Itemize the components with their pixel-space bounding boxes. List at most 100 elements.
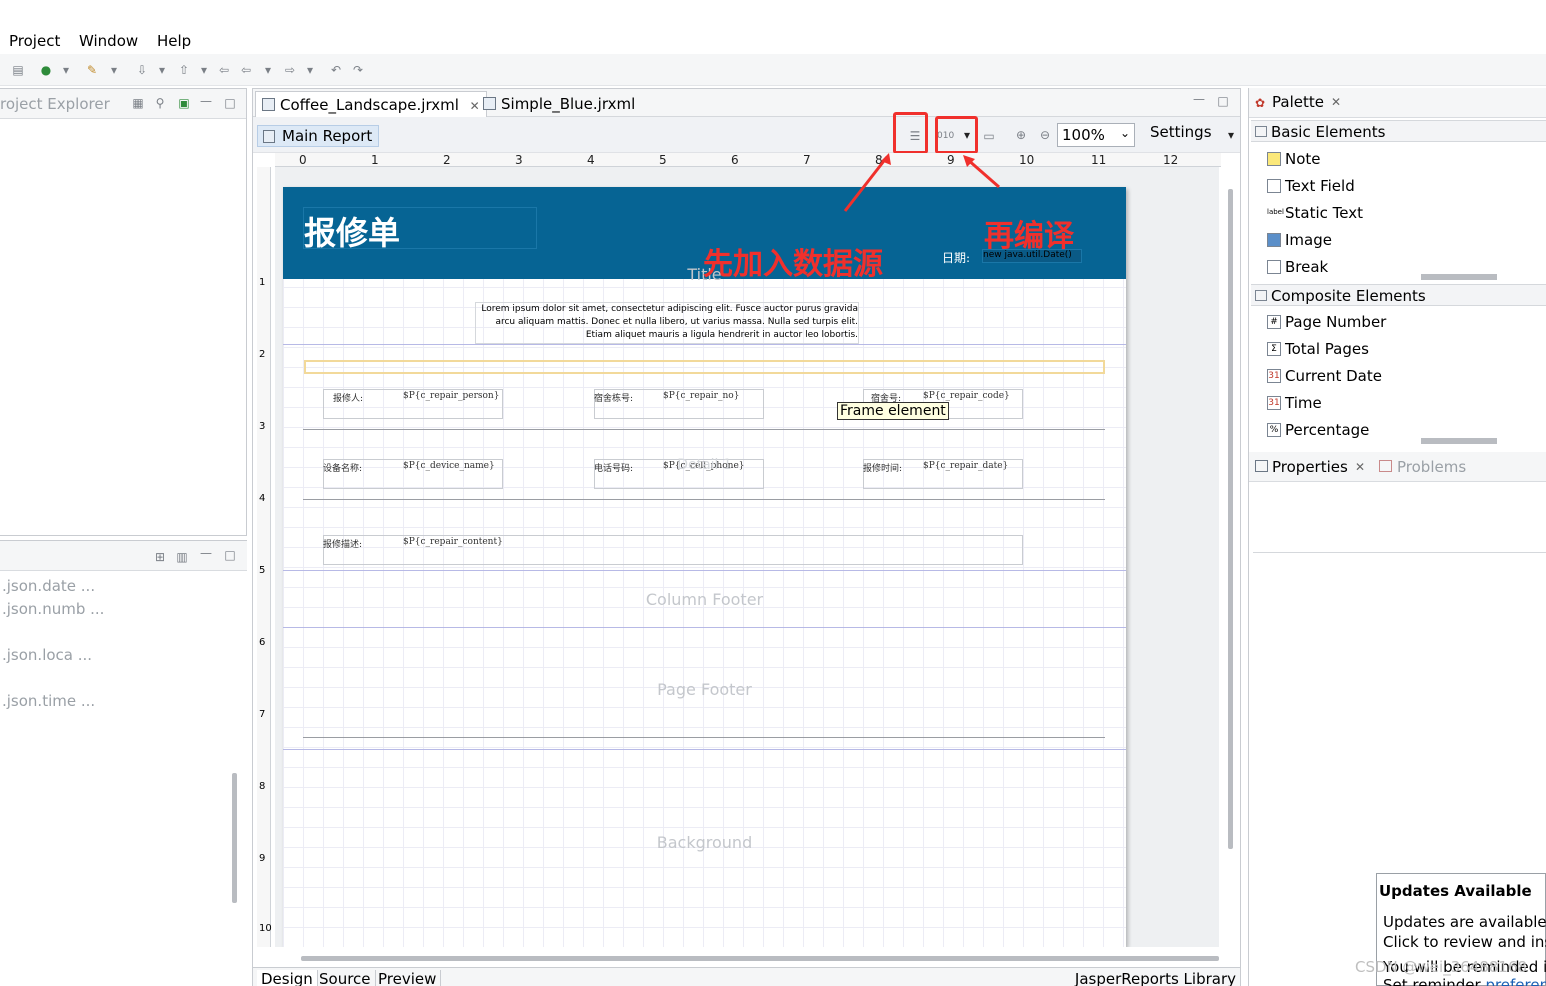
date-label[interactable]: 日期: bbox=[942, 249, 970, 266]
close-icon[interactable]: ✕ bbox=[1355, 460, 1365, 474]
outline-item[interactable]: .json.loca ... bbox=[2, 646, 92, 664]
menu-window[interactable]: Window bbox=[79, 32, 138, 50]
chevron-down-icon[interactable]: ▾ bbox=[106, 62, 122, 78]
palette-title[interactable]: Palette bbox=[1272, 93, 1324, 111]
palette-item-page-number[interactable]: # Page Number bbox=[1267, 313, 1386, 331]
tab-source[interactable]: Source bbox=[315, 970, 376, 986]
notification-title: Updates Available bbox=[1379, 882, 1532, 900]
new-file-icon[interactable]: ▤ bbox=[10, 62, 26, 78]
maximize-icon[interactable]: □ bbox=[1215, 93, 1231, 109]
close-icon[interactable]: ✕ bbox=[1331, 95, 1341, 109]
next-annotation-icon[interactable]: ⇩ bbox=[134, 62, 150, 78]
palette-section-composite[interactable]: Composite Elements bbox=[1251, 284, 1546, 306]
run-icon[interactable]: ● bbox=[38, 62, 54, 78]
band-divider[interactable] bbox=[283, 344, 1126, 345]
palette-item-static-text[interactable]: label Static Text bbox=[1267, 204, 1363, 222]
field-value[interactable]: $P{c_repair_no} bbox=[663, 391, 739, 401]
menu-help[interactable]: Help bbox=[157, 32, 191, 50]
maximize-icon[interactable]: □ bbox=[222, 547, 238, 563]
report-canvas[interactable]: 报修单 日期: new java.util.Date() Title Lorem… bbox=[275, 167, 1219, 947]
band-divider[interactable] bbox=[303, 429, 1105, 430]
outline-header: ⊞ ▥ — □ bbox=[0, 541, 247, 571]
tab-preview[interactable]: Preview bbox=[374, 970, 442, 986]
zoom-select[interactable]: 100% ⌄ bbox=[1057, 123, 1135, 147]
band-divider[interactable] bbox=[303, 737, 1105, 738]
band-divider[interactable] bbox=[283, 570, 1126, 571]
library-label: JasperReports Library bbox=[1074, 970, 1236, 986]
report-page[interactable]: 报修单 日期: new java.util.Date() Title Lorem… bbox=[283, 187, 1126, 947]
field-value[interactable]: $P{c_repair_code} bbox=[923, 391, 1010, 401]
palette-item-percentage[interactable]: % Percentage bbox=[1267, 421, 1369, 439]
export-icon[interactable]: ▭ bbox=[981, 128, 997, 144]
build-icon[interactable]: ✎ bbox=[84, 62, 100, 78]
tab-simple-blue[interactable]: Simple_Blue.jrxml bbox=[477, 91, 641, 117]
palette-section-basic[interactable]: Basic Elements bbox=[1251, 120, 1546, 142]
chevron-down-icon[interactable]: ▾ bbox=[58, 62, 74, 78]
project-explorer-title[interactable]: roject Explorer bbox=[0, 95, 110, 113]
settings-button[interactable]: Settings bbox=[1150, 123, 1212, 141]
report-title[interactable]: 报修单 bbox=[303, 207, 537, 252]
maximize-icon[interactable]: □ bbox=[222, 95, 238, 111]
zoom-in-icon[interactable]: ⊕ bbox=[1013, 127, 1029, 143]
chevron-down-icon[interactable]: ▾ bbox=[302, 62, 318, 78]
outline-scrollbar[interactable] bbox=[232, 773, 237, 903]
chevron-down-icon[interactable]: ▾ bbox=[154, 62, 170, 78]
main-report-label: Main Report bbox=[282, 127, 373, 145]
palette-item-total-pages[interactable]: Σ Total Pages bbox=[1267, 340, 1369, 358]
back-icon[interactable]: ⇦ bbox=[238, 62, 254, 78]
selected-frame[interactable] bbox=[304, 360, 1105, 374]
link-editor-icon[interactable]: ⚲ bbox=[152, 95, 168, 111]
chevron-down-icon[interactable]: ▾ bbox=[260, 62, 276, 78]
horizontal-scrollbar[interactable] bbox=[301, 956, 1219, 961]
tab-coffee-landscape[interactable]: Coffee_Landscape.jrxml ✕ bbox=[255, 91, 487, 117]
field-value[interactable]: $P{c_repair_person} bbox=[403, 391, 499, 401]
minimize-icon[interactable]: — bbox=[198, 545, 214, 561]
band-divider[interactable] bbox=[283, 627, 1126, 628]
redo-icon[interactable]: ↷ bbox=[350, 62, 366, 78]
minimize-icon[interactable]: — bbox=[1191, 91, 1207, 107]
menu-project[interactable]: Project bbox=[9, 32, 60, 50]
palette-item-note[interactable]: Note bbox=[1267, 150, 1321, 168]
palette-scroll-basic[interactable] bbox=[1421, 274, 1497, 280]
chevron-down-icon[interactable]: ▾ bbox=[196, 62, 212, 78]
minimize-icon[interactable]: — bbox=[198, 93, 214, 109]
outline-view-icon[interactable]: ▥ bbox=[174, 549, 190, 565]
collapse-all-icon[interactable]: ▦ bbox=[130, 95, 146, 111]
main-report-button[interactable]: Main Report bbox=[257, 125, 380, 147]
field-label[interactable]: 报修人: bbox=[333, 391, 363, 404]
outline-item[interactable]: .json.date ... bbox=[2, 577, 95, 595]
clock-icon: 31 bbox=[1267, 396, 1281, 410]
lorem-text[interactable]: Lorem ipsum dolor sit amet, consectetur … bbox=[475, 302, 859, 344]
ruler-tick: 10 bbox=[1019, 153, 1035, 167]
outline-item[interactable]: .json.time ... bbox=[2, 692, 95, 710]
section-label: Basic Elements bbox=[1271, 123, 1386, 141]
field-value[interactable]: $P{c_repair_content} bbox=[403, 537, 503, 547]
outline-item[interactable]: .json.numb ... bbox=[2, 600, 104, 618]
undo-icon[interactable]: ↶ bbox=[328, 62, 344, 78]
new-project-icon[interactable]: ▣ bbox=[176, 95, 192, 111]
preferences-link[interactable]: preferen bbox=[1485, 976, 1546, 986]
ruler-tick: 3 bbox=[515, 153, 523, 167]
palette-item-current-date[interactable]: 31 Current Date bbox=[1267, 367, 1382, 385]
properties-title[interactable]: Properties bbox=[1272, 458, 1348, 476]
zoom-out-icon[interactable]: ⊖ bbox=[1037, 127, 1053, 143]
prev-annotation-icon[interactable]: ⇧ bbox=[176, 62, 192, 78]
palette-item-break[interactable]: Break bbox=[1267, 258, 1328, 276]
band-divider[interactable] bbox=[303, 499, 1105, 500]
chevron-down-icon[interactable]: ▾ bbox=[1223, 127, 1239, 143]
palette-item-time[interactable]: 31 Time bbox=[1267, 394, 1322, 412]
vertical-scrollbar[interactable] bbox=[1228, 189, 1233, 849]
palette-item-image[interactable]: Image bbox=[1267, 231, 1332, 249]
last-edit-icon[interactable]: ⇦ bbox=[216, 62, 232, 78]
tree-icon[interactable]: ⊞ bbox=[152, 549, 168, 565]
palette-scroll-composite[interactable] bbox=[1421, 438, 1497, 444]
tab-design[interactable]: Design bbox=[257, 970, 318, 986]
field-label[interactable]: 报修描述: bbox=[323, 537, 362, 550]
editor-tabs: Coffee_Landscape.jrxml ✕ Simple_Blue.jrx… bbox=[253, 89, 1240, 117]
band-divider[interactable] bbox=[283, 749, 1126, 750]
forward-icon[interactable]: ⇨ bbox=[282, 62, 298, 78]
field-label[interactable]: 宿舍栋号: bbox=[594, 391, 633, 404]
outline-panel: ⊞ ▥ — □ .json.date ... .json.numb ... .j… bbox=[0, 540, 247, 986]
palette-item-text-field[interactable]: Text Field bbox=[1267, 177, 1355, 195]
problems-title[interactable]: Problems bbox=[1397, 458, 1466, 476]
